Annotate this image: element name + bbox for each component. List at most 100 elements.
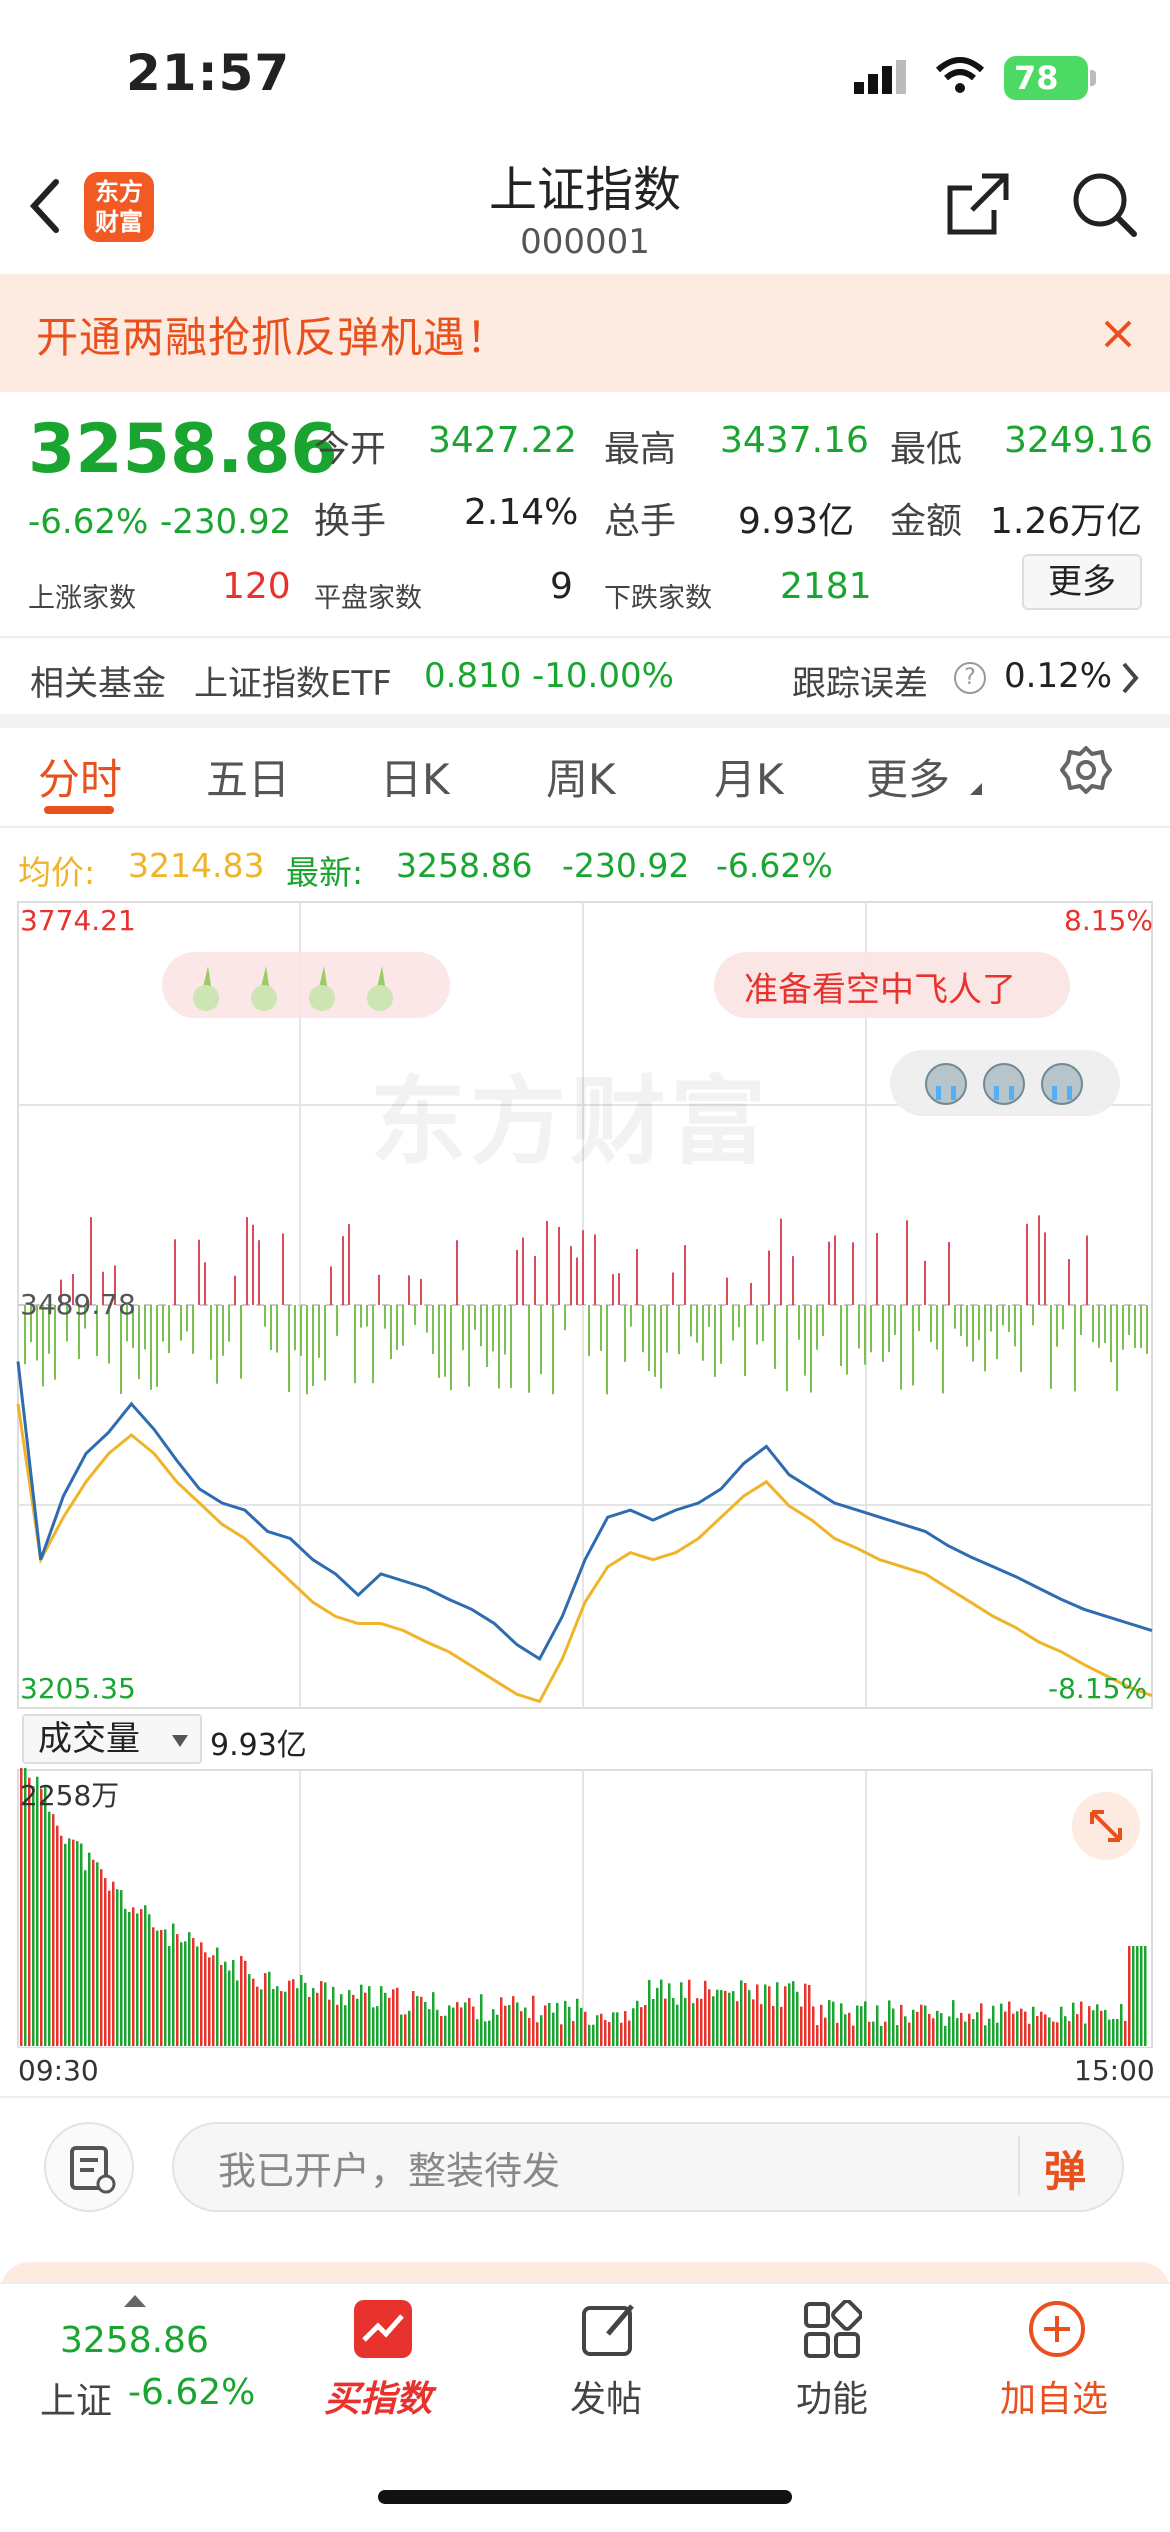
tab-weekly-k[interactable]: 周K [546, 746, 616, 807]
tab-five-day[interactable]: 五日 [206, 746, 290, 807]
volume-bar [64, 1843, 67, 2046]
emoji-bubble-right[interactable] [890, 1050, 1120, 1116]
nav-price[interactable]: 3258.86 [60, 2320, 209, 2361]
volume-bar [1044, 2014, 1047, 2046]
volume-bar [476, 2019, 479, 2046]
flow-bar [966, 1305, 968, 1347]
volume-bar [200, 1942, 203, 2046]
flow-bar [696, 1305, 698, 1343]
volume-bar [664, 1998, 667, 2046]
flow-bar [336, 1305, 338, 1336]
help-icon[interactable]: ? [954, 662, 986, 694]
tab-intraday[interactable]: 分时 [38, 746, 122, 807]
volume-bar [868, 2021, 871, 2046]
volume-bar [560, 2024, 563, 2046]
emoji-bubble-left[interactable] [162, 952, 450, 1018]
volume-bar [964, 2021, 967, 2046]
danmu-toggle[interactable]: 弹 [1044, 2138, 1086, 2199]
volume-bar [260, 1989, 263, 2046]
flow-bar [528, 1305, 530, 1393]
volume-bar [460, 2007, 463, 2046]
flow-bar [498, 1305, 500, 1389]
volume-bar [340, 1994, 343, 2046]
volume-bar [392, 1989, 395, 2046]
flow-bar [546, 1220, 548, 1305]
volume-bar [40, 1789, 43, 2046]
volume-bar [384, 1992, 387, 2046]
tab-monthly-k[interactable]: 月K [714, 746, 784, 807]
divider [1018, 2136, 1020, 2196]
buy-index-icon[interactable] [354, 2300, 412, 2358]
volume-bar [160, 1930, 163, 2046]
nav-index-pct[interactable]: -6.62% [128, 2372, 255, 2413]
volume-bar [632, 2008, 635, 2046]
volume-bar [412, 1991, 415, 2046]
volume-bar [920, 2004, 923, 2046]
volume-bar [268, 1971, 271, 2046]
intraday-chart[interactable] [0, 900, 1170, 1720]
expand-icon[interactable] [1072, 1792, 1140, 1860]
volume-bar [108, 1890, 111, 2046]
volume-bar [112, 1881, 115, 2046]
flow-bar [1002, 1305, 1004, 1326]
flow-bar [252, 1224, 254, 1305]
volume-bar [348, 1990, 351, 2046]
volume-bar [648, 1980, 651, 2046]
fund-name[interactable]: 上证指数ETF [194, 656, 392, 705]
nav-post[interactable]: 发帖 [570, 2370, 642, 2422]
volume-bar [756, 1984, 759, 2046]
flow-bar [342, 1236, 344, 1305]
flow-bar [384, 1305, 386, 1329]
flow-bar [366, 1305, 368, 1327]
nav-buy-index[interactable]: 买指数 [324, 2370, 432, 2422]
flow-bar [396, 1305, 398, 1350]
flow-bar [312, 1305, 314, 1387]
post-icon[interactable] [578, 2298, 640, 2364]
nav-index-name[interactable]: 上证 [40, 2372, 112, 2424]
nav-functions[interactable]: 功能 [796, 2370, 868, 2422]
volume-bar [912, 2009, 915, 2046]
battery-indicator: 78 [1004, 56, 1088, 100]
flow-bar [954, 1305, 956, 1329]
volume-bar [556, 2002, 559, 2046]
volume-bar [876, 2005, 879, 2046]
apps-icon[interactable] [802, 2299, 863, 2364]
tab-daily-k[interactable]: 日K [380, 746, 450, 807]
flow-bar [912, 1305, 914, 1386]
search-icon[interactable] [1070, 170, 1140, 244]
more-button[interactable]: 更多 [1022, 554, 1142, 610]
chevron-right-icon[interactable] [1120, 660, 1140, 700]
volume-bar [56, 1825, 59, 2046]
volume-bar [68, 1838, 71, 2046]
settings-icon[interactable] [1060, 744, 1112, 800]
volume-bar [604, 2019, 607, 2046]
flow-bar [588, 1305, 590, 1357]
flow-bar [1032, 1305, 1034, 1326]
flow-bar [1014, 1305, 1016, 1347]
volume-bar [948, 2016, 951, 2046]
volume-bar [944, 2025, 947, 2046]
share-icon[interactable] [942, 170, 1012, 244]
volume-chart[interactable] [0, 1768, 1170, 2048]
volume-bar [120, 1890, 123, 2046]
comment-placeholder: 我已开户，整装待发 [218, 2149, 561, 2193]
volume-bar [324, 1982, 327, 2046]
volume-bar [1008, 2001, 1011, 2046]
volume-bar [568, 2006, 571, 2046]
volume-bar [264, 1973, 267, 2046]
caret-down-icon [172, 1732, 188, 1751]
add-watchlist-icon[interactable] [1026, 2298, 1088, 2364]
flow-bar [762, 1305, 764, 1342]
volume-bar [1104, 2009, 1107, 2046]
volume-bar [636, 2000, 639, 2046]
divider [0, 636, 1170, 638]
nav-add-watchlist[interactable]: 加自选 [1000, 2370, 1108, 2422]
volume-bar [972, 2019, 975, 2046]
notes-button[interactable] [44, 2122, 134, 2212]
volume-bar [820, 2004, 823, 2046]
flow-bar [270, 1305, 272, 1351]
amount-label: 金额 [890, 501, 963, 542]
change-value: -230.92 [160, 502, 292, 542]
close-icon[interactable] [1102, 318, 1134, 354]
tab-more[interactable]: 更多 [866, 746, 950, 807]
